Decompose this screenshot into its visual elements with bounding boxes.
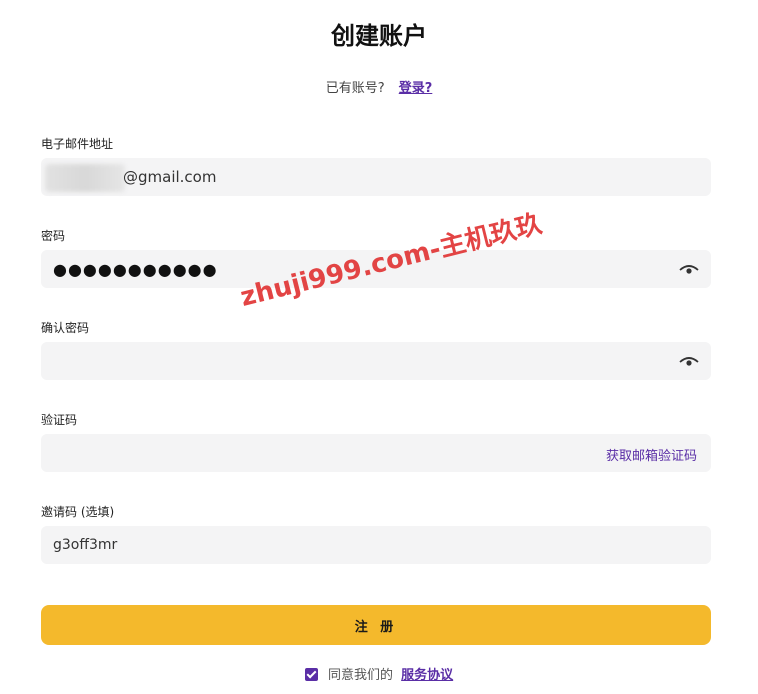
confirm-password-label: 确认密码 [41,321,90,335]
agreement-row: 同意我们的 服务协议 [0,664,758,683]
show-confirm-password-eye-icon[interactable] [679,354,699,368]
register-button[interactable]: 注 册 [41,605,711,645]
verification-code-label: 验证码 [41,413,78,427]
agree-text: 同意我们的 [327,668,393,683]
login-prompt: 已有账号? 登录? [0,77,758,96]
password-value: ●●●●●●●●●●● [53,260,218,279]
login-link[interactable]: 登录? [399,81,433,96]
signup-page: 创建账户 已有账号? 登录? 电子邮件地址 @gmail.com 密码 ●●●●… [0,0,758,694]
verification-code-input[interactable] [41,434,561,472]
confirm-password-field[interactable] [41,342,711,380]
verification-code-field[interactable]: 获取邮箱验证码 [41,434,711,472]
email-label: 电子邮件地址 [41,137,114,151]
email-username-blur [45,164,125,192]
page-title: 创建账户 [331,22,427,50]
invite-code-value: g3off3mr [53,537,118,553]
invite-code-label: 邀请码 (选填) [41,505,115,519]
confirm-password-input[interactable] [41,342,711,380]
password-label: 密码 [41,229,66,243]
email-field[interactable]: @gmail.com [41,158,711,196]
email-value: @gmail.com [123,168,217,186]
show-password-eye-icon[interactable] [679,262,699,276]
terms-of-service-link[interactable]: 服务协议 [401,668,453,683]
invite-code-field[interactable]: g3off3mr [41,526,711,564]
have-account-text: 已有账号? [325,81,385,96]
agree-checkbox[interactable] [304,668,318,681]
get-email-code-button[interactable]: 获取邮箱验证码 [606,445,697,464]
